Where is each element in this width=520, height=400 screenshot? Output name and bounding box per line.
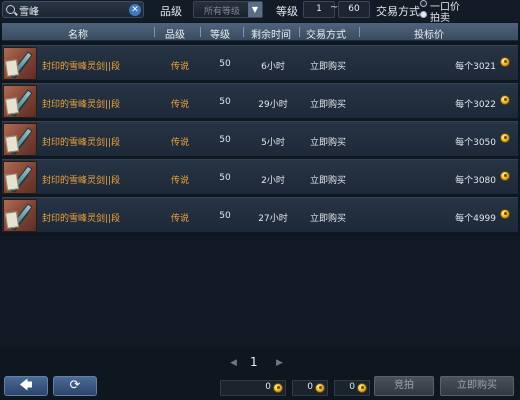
item-time-left: 6小时 — [261, 62, 285, 72]
trade-type-label: 交易方式 — [376, 5, 420, 18]
item-time-left: 27小时 — [258, 214, 288, 224]
bid-button[interactable]: 竞拍 — [374, 376, 434, 396]
copper-input[interactable]: 0 — [334, 380, 370, 396]
gold-coin-icon — [500, 171, 510, 181]
item-quality: 传说 — [170, 214, 189, 224]
item-trade-type: 立即购买 — [309, 138, 346, 148]
radio-auction-label: 拍卖 — [430, 13, 450, 24]
column-divider — [359, 27, 360, 37]
radio-auction[interactable]: 拍卖 — [420, 10, 520, 24]
results-empty-area — [0, 236, 520, 348]
gold-coin-icon — [500, 133, 510, 143]
refresh-icon: ⟳ — [69, 378, 81, 393]
next-page-icon[interactable]: ▶ — [276, 358, 283, 368]
column-header-time[interactable]: 剩余时间 — [251, 26, 291, 41]
table-header: 名称 品级 等级 剩余时间 交易方式 投标价 — [2, 23, 518, 41]
quality-label: 品级 — [160, 5, 182, 18]
item-name: 封印的雪峰灵剑||段 — [42, 176, 121, 186]
chevron-down-icon[interactable]: ▼ — [248, 2, 262, 17]
column-divider — [299, 27, 300, 37]
arrow-left-icon: 🡄 — [19, 378, 33, 393]
item-level: 50 — [219, 173, 231, 183]
table-row[interactable]: 封印的雪峰灵剑||段 传说 50 27小时 立即购买 每个4999 — [2, 197, 518, 233]
gold-coin-icon — [500, 95, 510, 105]
item-level: 50 — [219, 59, 231, 69]
quality-select[interactable]: 所有等级 ▼ — [193, 1, 263, 18]
item-price: 每个3021 — [455, 62, 496, 72]
sword-item-icon — [3, 123, 37, 156]
gold-coin-icon — [500, 57, 510, 67]
clear-search-icon[interactable]: ✕ — [129, 4, 141, 16]
page-number: 1 — [250, 355, 258, 369]
radio-dot — [420, 0, 427, 7]
item-price: 每个3050 — [455, 138, 496, 148]
item-quality: 传说 — [170, 100, 189, 110]
filter-bar: 雪峰 ✕ 品级 所有等级 ▼ 等级 1 ~ 60 交易方式 一口价 拍卖 — [0, 0, 520, 24]
level-label: 等级 — [276, 5, 298, 18]
item-trade-type: 立即购买 — [309, 62, 346, 72]
radio-dot — [420, 11, 427, 18]
item-quality: 传说 — [170, 176, 189, 186]
item-time-left: 5小时 — [261, 138, 285, 148]
silver-value: 0 — [307, 382, 313, 392]
prev-page-icon[interactable]: ◀ — [230, 358, 237, 368]
table-row[interactable]: 封印的雪峰灵剑||段 传说 50 6小时 立即购买 每个3021 — [2, 45, 518, 81]
item-price: 每个3022 — [455, 100, 496, 110]
item-trade-type: 立即购买 — [309, 100, 346, 110]
item-name: 封印的雪峰灵剑||段 — [42, 62, 121, 72]
item-trade-type: 立即购买 — [309, 176, 346, 186]
silver-coin-icon — [315, 383, 325, 393]
copper-coin-icon — [357, 383, 367, 393]
item-time-left: 2小时 — [261, 176, 285, 186]
level-max-input[interactable]: 60 — [338, 1, 370, 18]
gold-value: 0 — [265, 382, 271, 392]
item-quality: 传说 — [170, 138, 189, 148]
sword-item-icon — [3, 199, 37, 232]
item-time-left: 29小时 — [258, 100, 288, 110]
sword-item-icon — [3, 161, 37, 194]
gold-coin-icon — [273, 383, 283, 393]
column-divider — [200, 27, 201, 37]
column-header-price[interactable]: 投标价 — [414, 26, 444, 41]
item-level: 50 — [219, 211, 231, 221]
back-button[interactable]: 🡄 — [4, 376, 48, 396]
radio-buyout[interactable]: 一口价 — [420, 0, 520, 13]
item-name: 封印的雪峰灵剑||段 — [42, 214, 121, 224]
table-row[interactable]: 封印的雪峰灵剑||段 传说 50 5小时 立即购买 每个3050 — [2, 121, 518, 157]
column-header-level[interactable]: 等级 — [210, 26, 230, 41]
table-row[interactable]: 封印的雪峰灵剑||段 传说 50 29小时 立即购买 每个3022 — [2, 83, 518, 119]
column-header-name[interactable]: 名称 — [68, 26, 88, 41]
item-name: 封印的雪峰灵剑||段 — [42, 138, 121, 148]
item-trade-type: 立即购买 — [309, 214, 346, 224]
item-quality: 传说 — [170, 62, 189, 72]
item-level: 50 — [219, 97, 231, 107]
refresh-button[interactable]: ⟳ — [53, 376, 97, 396]
gold-coin-icon — [500, 209, 510, 219]
gold-input[interactable]: 0 — [220, 380, 286, 396]
buy-now-button[interactable]: 立即购买 — [440, 376, 514, 396]
table-row[interactable]: 封印的雪峰灵剑||段 传说 50 2小时 立即购买 每个3080 — [2, 159, 518, 195]
column-header-quality[interactable]: 品级 — [165, 26, 185, 41]
copper-value: 0 — [349, 382, 355, 392]
search-icon — [6, 5, 15, 14]
sword-item-icon — [3, 47, 37, 80]
silver-input[interactable]: 0 — [292, 380, 328, 396]
item-level: 50 — [219, 135, 231, 145]
column-divider — [243, 27, 244, 37]
sword-item-icon — [3, 85, 37, 118]
quality-select-value: 所有等级 — [204, 7, 241, 17]
item-price: 每个3080 — [455, 176, 496, 186]
item-name: 封印的雪峰灵剑||段 — [42, 100, 121, 110]
column-divider — [154, 27, 155, 37]
search-input[interactable]: 雪峰 ✕ — [2, 1, 144, 18]
item-price: 每个4999 — [455, 214, 496, 224]
column-header-trade[interactable]: 交易方式 — [306, 26, 346, 41]
search-value: 雪峰 — [19, 7, 39, 18]
